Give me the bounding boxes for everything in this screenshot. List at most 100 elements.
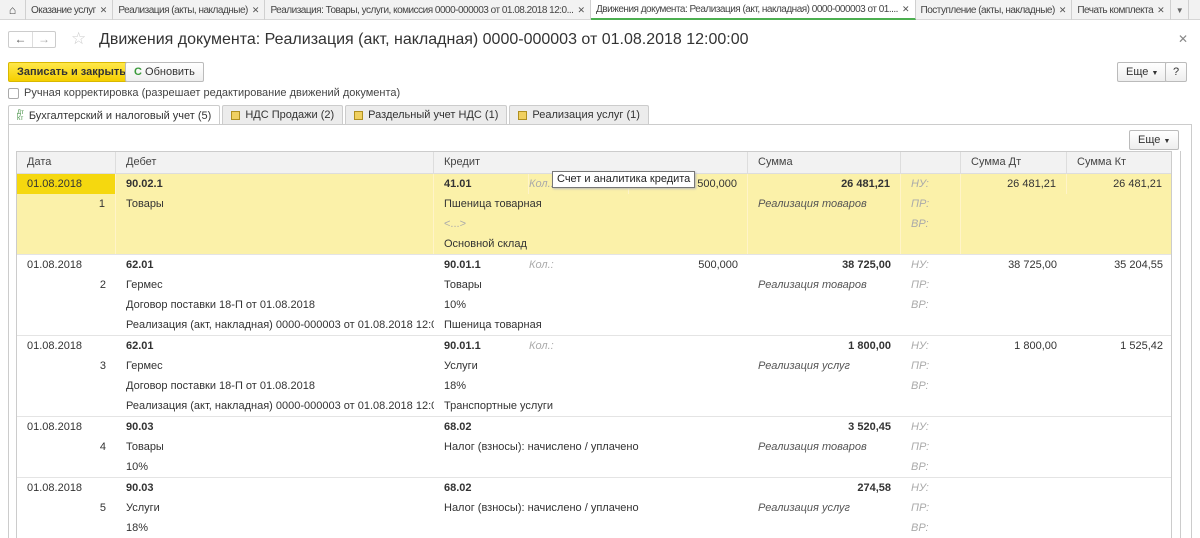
sum-dt-value[interactable] [961,478,1067,498]
credit-analytic[interactable]: Налог (взносы): начислено / уплачено [434,437,748,457]
table-more-button[interactable]: Еще ▼ [1129,130,1180,150]
sum-kt-value[interactable] [1067,417,1171,437]
debit-analytic[interactable]: Гермес [116,356,434,376]
date-cell[interactable]: 01.08.2018 [17,174,116,194]
sum-kt-value[interactable] [1067,478,1171,498]
sum-value[interactable]: 1 800,00 [748,336,901,356]
close-icon[interactable]: ✕ [902,0,910,19]
credit-analytic[interactable]: Основной склад [434,234,748,254]
credit-analytic[interactable] [434,518,748,538]
tab-services[interactable]: Оказание услуг ✕ [26,0,114,20]
table-row[interactable]: 01.08.2018 62.01 90.01.1 Кол.: 1 800,00 1 800… [17,336,1171,417]
date-cell[interactable]: 01.08.2018 [17,255,116,275]
tab-vat-sales[interactable]: НДС Продажи (2) [222,105,344,124]
tab-separate-vat[interactable]: Раздельный учет НДС (1) [345,105,508,124]
debit-analytic[interactable]: Услуги [116,498,434,518]
credit-analytic[interactable]: Пшеница товарная [434,194,748,214]
sum-kt-value[interactable]: 26 481,21 [1067,174,1171,194]
col-credit[interactable]: Кредит [434,152,748,173]
credit-account[interactable]: 41.01 [434,174,529,194]
close-icon[interactable]: ✕ [577,1,585,20]
close-icon[interactable]: ✕ [1157,1,1165,20]
credit-analytic[interactable]: Товары [434,275,748,295]
back-arrow-icon[interactable]: ← [9,32,32,47]
debit-analytic[interactable] [116,234,434,254]
debit-account[interactable]: 90.03 [116,417,434,437]
empty-cell [17,295,116,315]
more-button[interactable]: Еще ▼ [1117,62,1168,82]
debit-analytic[interactable]: 18% [116,518,434,538]
credit-account[interactable]: 68.02 [434,417,529,437]
sum-dt-value[interactable]: 1 800,00 [961,336,1067,356]
credit-account[interactable]: 90.01.1 [434,255,529,275]
sum-kt-value[interactable]: 1 525,42 [1067,336,1171,356]
col-sum-dt[interactable]: Сумма Дт [961,152,1067,173]
credit-analytic[interactable]: 18% [434,376,748,396]
credit-analytic[interactable]: 10% [434,295,748,315]
tab-receipts[interactable]: Поступление (акты, накладные) ✕ [916,0,1073,20]
credit-analytic[interactable]: <...> [434,214,748,234]
sum-dt-value[interactable]: 38 725,00 [961,255,1067,275]
table-row[interactable]: 01.08.2018 90.03 68.02 3 520,45 НУ: 4 Товары На… [17,417,1171,478]
debit-analytic[interactable]: Гермес [116,275,434,295]
credit-analytic[interactable]: Пшеница товарная [434,315,748,335]
date-cell[interactable]: 01.08.2018 [17,336,116,356]
tab-sales-doc[interactable]: Реализация: Товары, услуги, комиссия 000… [265,0,591,20]
tab-document-movements[interactable]: Движения документа: Реализация (акт, нак… [591,0,916,20]
save-close-button[interactable]: Записать и закрыть [8,62,136,82]
debit-analytic[interactable]: Товары [116,437,434,457]
date-cell[interactable]: 01.08.2018 [17,478,116,498]
debit-analytic[interactable]: Реализация (акт, накладная) 0000-000003 … [116,396,434,416]
col-sum[interactable]: Сумма [748,152,901,173]
forward-arrow-icon[interactable]: → [32,32,55,47]
col-debit[interactable]: Дебет [116,152,434,173]
col-date[interactable]: Дата [17,152,116,173]
checkbox-icon[interactable] [8,87,19,99]
debit-analytic[interactable]: Товары [116,194,434,214]
credit-account[interactable]: 90.01.1 [434,336,529,356]
tab-services-sales[interactable]: Реализация услуг (1) [509,105,649,124]
credit-analytic[interactable]: Транспортные услуги [434,396,748,416]
home-icon[interactable]: ⌂ [0,0,26,20]
col-sum-kt[interactable]: Сумма Кт [1067,152,1171,173]
sum-dt-value[interactable] [961,417,1067,437]
sum-kt-value[interactable]: 35 204,55 [1067,255,1171,275]
debit-account[interactable]: 62.01 [116,255,434,275]
debit-analytic[interactable] [116,214,434,234]
close-icon[interactable]: ✕ [1059,1,1067,20]
tab-accounting[interactable]: Дт Кт Бухгалтерский и налоговый учет (5) [8,105,221,125]
sum-value[interactable]: 38 725,00 [748,255,901,275]
refresh-button[interactable]: C Обновить [125,62,204,82]
debit-analytic[interactable]: Договор поставки 18-П от 01.08.2018 [116,376,434,396]
close-icon[interactable]: ✕ [252,1,260,20]
sum-value[interactable]: 3 520,45 [748,417,901,437]
close-icon[interactable]: ✕ [100,1,108,20]
credit-analytic[interactable]: Налог (взносы): начислено / уплачено [434,498,748,518]
sum-value[interactable]: 274,58 [748,478,901,498]
table-row[interactable]: 01.08.2018 90.03 68.02 274,58 НУ: 5 Услуги Нало… [17,478,1171,538]
debit-account[interactable]: 62.01 [116,336,434,356]
sum-value[interactable]: 26 481,21 [748,174,901,194]
debit-analytic[interactable]: Договор поставки 18-П от 01.08.2018 [116,295,434,315]
help-button[interactable]: ? [1165,62,1188,82]
debit-account[interactable]: 90.03 [116,478,434,498]
favorite-star-icon[interactable]: ☆ [71,29,86,49]
credit-analytic[interactable] [434,457,748,477]
col-tax-type[interactable] [901,152,961,173]
credit-account[interactable]: 68.02 [434,478,529,498]
qty-value[interactable] [629,336,748,356]
qty-value[interactable]: 500,000 [629,255,748,275]
debit-analytic[interactable]: 10% [116,457,434,477]
debit-account[interactable]: 90.02.1 [116,174,434,194]
manual-edit-checkbox[interactable]: Ручная корректировка (разрешает редактир… [8,87,400,99]
tabs-dropdown-icon[interactable]: ▼ [1171,0,1190,20]
table-row[interactable]: 01.08.2018 62.01 90.01.1 Кол.: 500,000 38 725… [17,255,1171,336]
tab-print-set[interactable]: Печать комплекта ✕ [1072,0,1171,20]
vertical-scrollbar[interactable] [1180,151,1186,538]
credit-analytic[interactable]: Услуги [434,356,748,376]
tab-sales-list[interactable]: Реализация (акты, накладные) ✕ [113,0,266,20]
debit-analytic[interactable]: Реализация (акт, накладная) 0000-000003 … [116,315,434,335]
date-cell[interactable]: 01.08.2018 [17,417,116,437]
sum-dt-value[interactable]: 26 481,21 [961,174,1067,194]
close-icon[interactable]: ✕ [1178,32,1188,46]
